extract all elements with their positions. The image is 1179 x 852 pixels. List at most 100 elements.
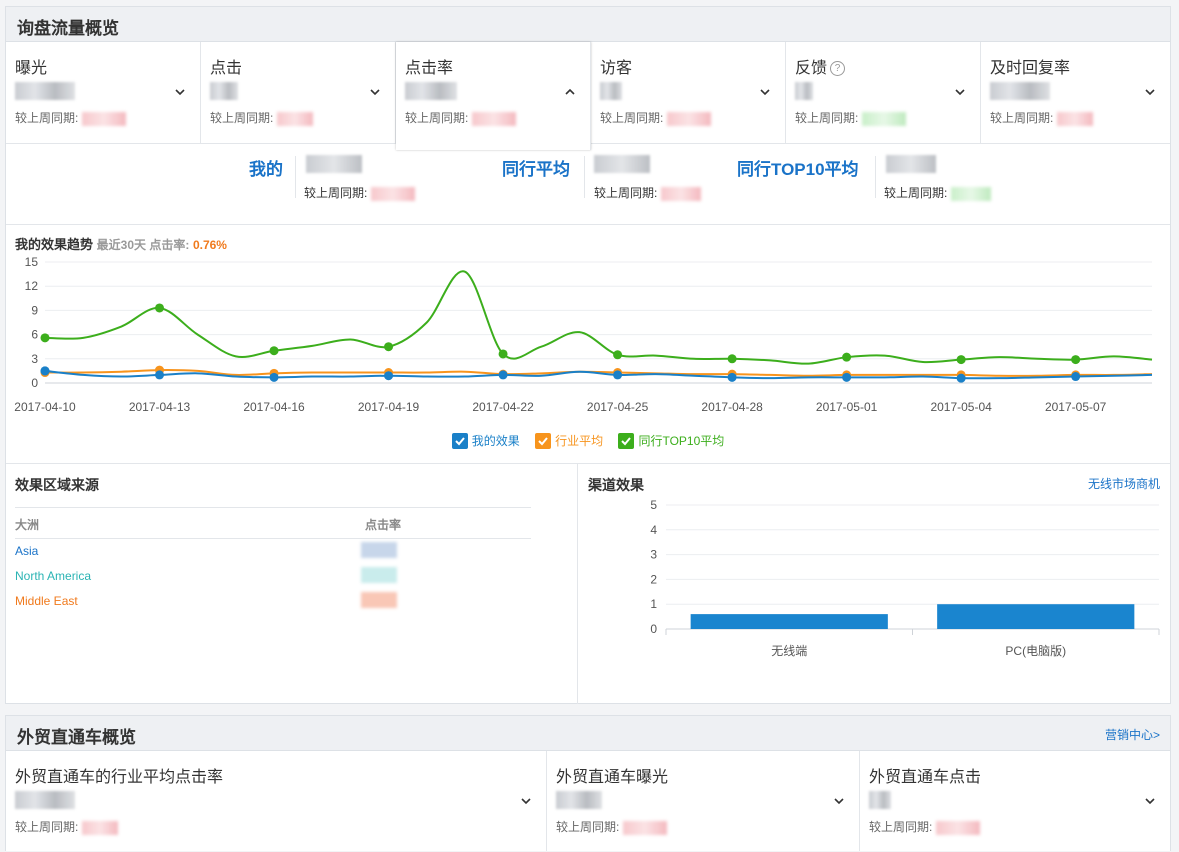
divider xyxy=(15,507,531,508)
compare-peer-avg-sub: 较上周同期: xyxy=(594,184,702,201)
chevron-up-icon[interactable] xyxy=(564,86,576,98)
divider xyxy=(6,463,1170,464)
checkbox-checked-icon[interactable] xyxy=(451,432,468,449)
kpi-card-visitors[interactable]: 访客 较上周同期: xyxy=(591,42,786,144)
checkbox-checked-icon[interactable] xyxy=(618,432,635,449)
kpi-label: 曝光 xyxy=(15,60,48,77)
data-point xyxy=(1071,355,1081,365)
region-rate-redacted xyxy=(361,567,397,583)
x-category-label: 无线端 xyxy=(771,644,807,658)
x-category-label: PC(电脑版) xyxy=(1005,644,1066,658)
divider xyxy=(15,538,531,539)
col-rate: 点击率 xyxy=(365,518,402,532)
bar xyxy=(690,614,888,629)
kpi-card-feedback[interactable]: 反馈? 较上周同期: xyxy=(786,42,981,144)
chevron-down-icon[interactable] xyxy=(520,795,532,807)
legend-toggle-industry[interactable]: 行业平均 xyxy=(535,432,603,449)
compare-top10-sub: 较上周同期: xyxy=(884,184,992,201)
mobile-market-link[interactable]: 无线市场商机 xyxy=(1088,475,1160,492)
data-point xyxy=(842,352,852,362)
trend-title: 我的效果趋势 最近30天 点击率: 0.76% xyxy=(15,237,227,252)
kpi-value-redacted xyxy=(795,82,813,100)
series-line xyxy=(44,270,1153,365)
kpi-card-ctr[interactable]: 点击率 较上周同期: xyxy=(396,42,591,150)
panel-title: 询盘流量概览 xyxy=(17,19,119,38)
data-point xyxy=(842,372,852,382)
x-tick-label: 2017-04-22 xyxy=(472,400,534,414)
kpi-card-p4p-exposure[interactable]: 外贸直通车曝光 较上周同期: xyxy=(547,751,860,851)
kpi-card-reply-rate[interactable]: 及时回复率 较上周同期: xyxy=(981,42,1170,144)
chevron-down-icon[interactable] xyxy=(369,86,381,98)
kpi-card-p4p-industry-ctr[interactable]: 外贸直通车的行业平均点击率 较上周同期: xyxy=(6,751,547,851)
y-tick-label: 12 xyxy=(25,279,39,293)
marketing-center-link[interactable]: 营销中心> xyxy=(1105,726,1160,743)
chevron-down-icon[interactable] xyxy=(759,86,771,98)
x-tick-label: 2017-05-07 xyxy=(1045,400,1107,414)
divider xyxy=(295,156,296,198)
region-rate-redacted xyxy=(361,542,397,558)
kpi-row: 曝光 较上周同期: 点击 较上周同期: 点击率 较上周同期: 访客 较上周同期:… xyxy=(6,42,1170,150)
kpi-label: 访客 xyxy=(600,60,633,77)
chevron-down-icon[interactable] xyxy=(1144,795,1156,807)
compare-mine-value xyxy=(306,155,362,173)
data-point xyxy=(384,342,394,352)
data-point xyxy=(956,373,966,383)
panel-title: 外贸直通车概览 xyxy=(17,728,136,747)
inquiry-overview-panel: 询盘流量概览 曝光 较上周同期: 点击 较上周同期: 点击率 较上周同期: 访客… xyxy=(5,6,1171,704)
legend-toggle-top10[interactable]: 同行TOP10平均 xyxy=(618,432,724,449)
kpi-compare: 较上周同期: xyxy=(15,818,119,835)
kpi-value-redacted xyxy=(600,82,622,100)
kpi-card-clicks[interactable]: 点击 较上周同期: xyxy=(201,42,396,144)
trend-line-chart: 0 3 6 9 12 15 2017-04-10 2017-04-13 2017-04-16 20… xyxy=(14,255,1153,414)
kpi-value-redacted xyxy=(869,791,891,809)
data-point xyxy=(155,370,165,380)
checkbox-checked-icon[interactable] xyxy=(535,432,552,449)
x-tick-label: 2017-05-01 xyxy=(816,400,878,414)
chevron-down-icon[interactable] xyxy=(954,86,966,98)
kpi-label: 反馈? xyxy=(795,54,846,78)
x-tick-label: 2017-04-28 xyxy=(701,400,763,414)
kpi-value-redacted xyxy=(15,82,75,100)
x-tick-label: 2017-04-25 xyxy=(587,400,649,414)
kpi-compare: 较上周同期: xyxy=(990,109,1094,126)
kpi-card-p4p-clicks[interactable]: 外贸直通车点击 较上周同期: xyxy=(860,751,1170,851)
y-tick-label: 15 xyxy=(25,255,39,269)
region-row-asia[interactable]: Asia xyxy=(15,544,38,558)
kpi-value-redacted xyxy=(15,791,75,809)
divider xyxy=(577,464,578,704)
y-tick-label: 2 xyxy=(650,572,657,586)
compare-top10-title: 同行TOP10平均 xyxy=(737,160,859,179)
kpi-card-exposure[interactable]: 曝光 较上周同期: xyxy=(6,42,201,144)
data-point xyxy=(956,355,966,365)
region-title: 效果区域来源 xyxy=(15,477,99,493)
kpi-value-redacted xyxy=(405,82,457,100)
data-point xyxy=(1071,372,1081,382)
compare-mine-sub: 较上周同期: xyxy=(304,184,416,201)
kpi-label: 外贸直通车的行业平均点击率 xyxy=(15,769,224,786)
channel-bar-chart: 0 1 2 3 4 5 无线端 PC(电脑版) xyxy=(650,498,1160,658)
region-row-north-america[interactable]: North America xyxy=(15,569,91,583)
data-point xyxy=(498,370,508,380)
data-point xyxy=(727,372,737,382)
kpi-compare: 较上周同期: xyxy=(795,109,907,126)
legend-toggle-mine[interactable]: 我的效果 xyxy=(451,432,520,449)
kpi-label: 外贸直通车点击 xyxy=(869,769,982,786)
kpi-compare: 较上周同期: xyxy=(405,109,517,126)
help-icon[interactable]: ? xyxy=(830,61,846,77)
kpi-value-redacted xyxy=(210,82,238,100)
kpi-label: 点击 xyxy=(210,60,243,77)
compare-top10-value xyxy=(886,155,936,173)
region-row-middle-east[interactable]: Middle East xyxy=(15,594,78,608)
kpi-label: 外贸直通车曝光 xyxy=(556,769,669,786)
divider xyxy=(584,156,585,198)
chevron-down-icon[interactable] xyxy=(833,795,845,807)
chevron-down-icon[interactable] xyxy=(174,86,186,98)
col-continent: 大洲 xyxy=(15,518,40,532)
y-tick-label: 4 xyxy=(650,523,657,537)
chevron-down-icon[interactable] xyxy=(1144,86,1156,98)
data-point xyxy=(269,372,279,382)
x-tick-label: 2017-04-10 xyxy=(14,400,76,414)
region-rate-redacted xyxy=(361,592,397,608)
x-tick-label: 2017-04-19 xyxy=(358,400,420,414)
x-tick-label: 2017-04-16 xyxy=(243,400,305,414)
